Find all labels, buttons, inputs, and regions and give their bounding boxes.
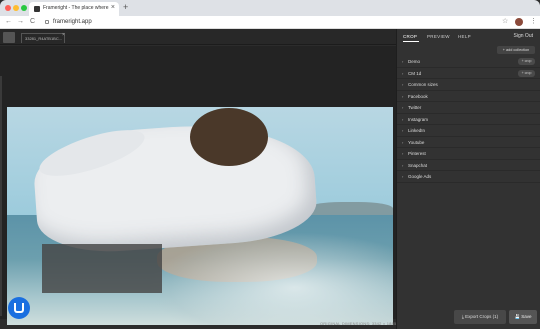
- panel-tabs: CROP PREVIEW HELP Sign Out: [397, 29, 540, 44]
- collection-label: Google Ads: [408, 174, 432, 179]
- forward-icon[interactable]: →: [17, 18, 24, 26]
- maximize-window-button[interactable]: [21, 5, 27, 11]
- image-dimensions: ORIGINAL DIMENSIONS: 3342 × 1885 px: [320, 321, 403, 326]
- chevron-right-icon: ›: [402, 70, 404, 76]
- collection-item[interactable]: › Google Ads: [397, 171, 540, 183]
- reload-icon[interactable]: C: [30, 18, 35, 26]
- collection-label: Twitter: [408, 105, 422, 110]
- minimize-window-button[interactable]: [13, 5, 19, 11]
- collection-label: Demo: [408, 59, 421, 64]
- add-collection-button[interactable]: + add collection: [497, 46, 535, 54]
- collection-label: LinkedIn: [408, 128, 426, 133]
- photo-splash: [147, 232, 393, 325]
- close-window-button[interactable]: [5, 5, 11, 11]
- collection-item[interactable]: › CM 1d + crop: [397, 68, 540, 79]
- menu-icon[interactable]: ⋮: [530, 18, 537, 26]
- image-canvas[interactable]: [0, 46, 396, 325]
- chat-button[interactable]: [8, 297, 30, 319]
- collection-list: › Demo + crop › CM 1d + crop › Common si…: [397, 56, 540, 183]
- crop-region[interactable]: [42, 244, 162, 293]
- app-root: 33281_R4ATB1BC... × ORIGINAL DIMENSIONS:…: [0, 29, 540, 329]
- collection-item[interactable]: › LinkedIn: [397, 125, 540, 137]
- panel-footer: ⤓ Export Crops (1) 💾 Save: [397, 307, 540, 329]
- tab-crop[interactable]: CROP: [403, 34, 417, 39]
- collection-label: Snapchat: [408, 162, 428, 168]
- address-bar[interactable]: frameright.app: [53, 18, 92, 26]
- surfer-photo[interactable]: [7, 107, 393, 325]
- photo-head: [190, 108, 268, 166]
- collection-item[interactable]: › Pinterest: [397, 148, 540, 160]
- file-tab-label: 33281_R4ATB1BC...: [25, 36, 63, 41]
- chevron-right-icon: ›: [402, 82, 404, 87]
- chevron-right-icon: ›: [402, 174, 404, 179]
- tab-close-icon[interactable]: ×: [111, 4, 115, 12]
- chat-icon: [14, 303, 24, 313]
- file-tab[interactable]: 33281_R4ATB1BC...: [21, 33, 65, 43]
- tab-preview[interactable]: PREVIEW: [427, 34, 450, 39]
- chevron-right-icon: ›: [402, 116, 404, 122]
- collection-label: CM 1d: [408, 70, 422, 76]
- file-close-icon[interactable]: ×: [62, 32, 65, 38]
- tab-crop-underline: [403, 41, 419, 42]
- tab-title: Frameright - The place where...: [43, 5, 109, 11]
- save-button[interactable]: 💾 Save: [509, 310, 537, 324]
- editor-header: 33281_R4ATB1BC... ×: [0, 29, 396, 45]
- collection-label: Pinterest: [408, 151, 426, 156]
- chevron-right-icon: ›: [402, 128, 404, 133]
- back-icon[interactable]: ←: [5, 18, 12, 26]
- sign-out-link[interactable]: Sign Out: [514, 33, 533, 39]
- collection-item[interactable]: › Facebook: [397, 91, 540, 102]
- browser-toolbar: ← → C frameright.app ☆ ⋮: [0, 16, 540, 29]
- collection-item[interactable]: › Youtube: [397, 137, 540, 148]
- favicon-icon: [34, 6, 40, 12]
- collection-item[interactable]: › Twitter: [397, 102, 540, 114]
- add-crop-button[interactable]: + crop: [518, 58, 535, 65]
- new-tab-button[interactable]: +: [123, 2, 128, 12]
- crop-panel: CROP PREVIEW HELP Sign Out + add collect…: [396, 29, 540, 329]
- collection-item[interactable]: › Instagram: [397, 114, 540, 125]
- tab-help[interactable]: HELP: [458, 34, 471, 39]
- export-crops-button[interactable]: ⤓ Export Crops (1): [454, 310, 506, 324]
- chevron-right-icon: ›: [402, 93, 404, 99]
- chevron-right-icon: ›: [402, 139, 404, 145]
- collection-label: Instagram: [408, 116, 429, 122]
- browser-tab[interactable]: Frameright - The place where... ×: [29, 2, 119, 16]
- chevron-right-icon: ›: [402, 151, 404, 156]
- collection-label: Common sizes: [408, 82, 438, 87]
- collection-item[interactable]: › Snapchat: [397, 160, 540, 171]
- collection-label: Facebook: [408, 93, 428, 99]
- add-crop-button[interactable]: + crop: [518, 69, 535, 77]
- star-icon[interactable]: ☆: [502, 18, 508, 26]
- collection-item[interactable]: › Common sizes: [397, 79, 540, 91]
- canvas-scrollbar[interactable]: [0, 76, 2, 316]
- chevron-right-icon: ›: [402, 105, 404, 110]
- frameright-logo[interactable]: [3, 32, 15, 43]
- lock-icon: [45, 20, 49, 24]
- profile-avatar[interactable]: [515, 18, 523, 26]
- browser-tab-bar: Frameright - The place where... × +: [0, 0, 540, 16]
- chevron-right-icon: ›: [402, 59, 404, 64]
- collection-item[interactable]: › Demo + crop: [397, 56, 540, 68]
- chevron-right-icon: ›: [402, 162, 404, 168]
- collection-label: Youtube: [408, 139, 425, 145]
